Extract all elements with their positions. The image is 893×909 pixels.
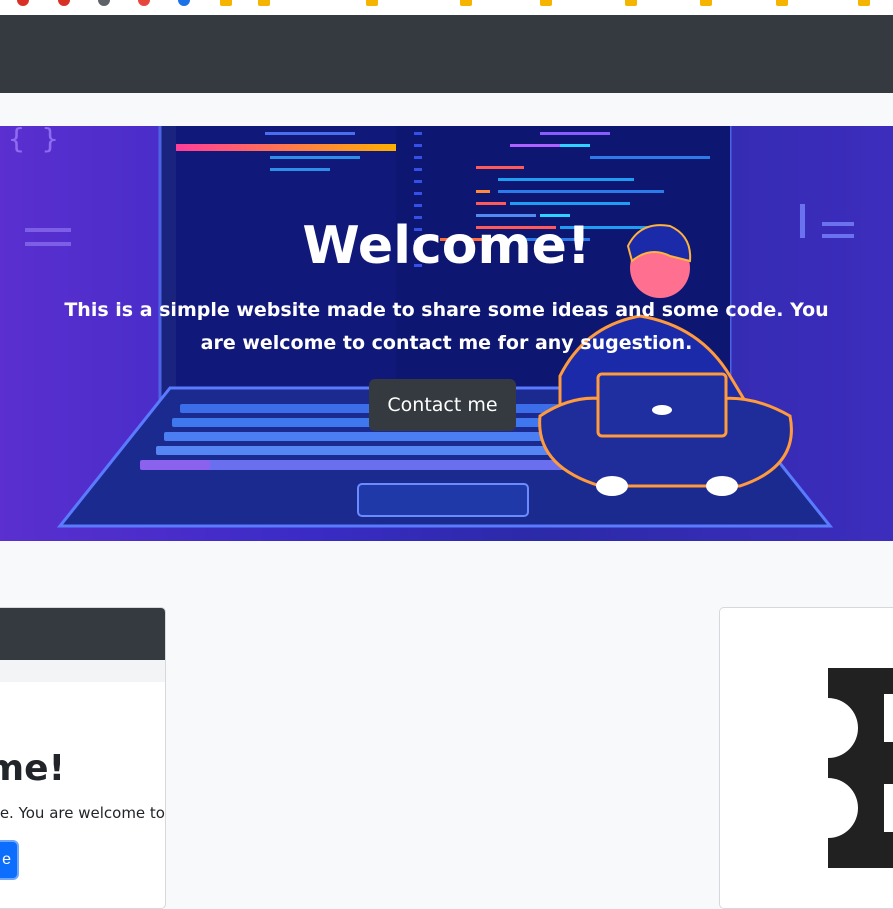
card-right <box>719 607 893 909</box>
bookmark-icon[interactable] <box>58 0 70 6</box>
card-left-header <box>0 608 165 660</box>
bookmark-icon[interactable] <box>220 0 232 6</box>
card-left-button[interactable]: e <box>0 840 19 880</box>
bookmark-icon[interactable] <box>460 0 472 6</box>
hero-content: Welcome! This is a simple website made t… <box>0 126 893 541</box>
bookmark-icon[interactable] <box>178 0 190 6</box>
hero-banner: { } Welcome! This is a simple website ma… <box>0 126 893 541</box>
bookmark-icon[interactable] <box>858 0 870 6</box>
navbar <box>0 15 893 93</box>
bookmark-icon[interactable] <box>625 0 637 6</box>
hero-title: Welcome! <box>302 216 591 276</box>
bookmark-icon[interactable] <box>540 0 552 6</box>
card-left-subbar <box>0 660 165 682</box>
card-left-text: de. You are welcome to <box>0 804 165 822</box>
bookmark-icon[interactable] <box>138 0 150 6</box>
bookmark-icon[interactable] <box>258 0 270 6</box>
card-left-title: me! <box>0 748 65 789</box>
card-right-logo <box>828 668 893 868</box>
bookmark-icon[interactable] <box>17 0 29 6</box>
contact-me-button[interactable]: Contact me <box>369 379 516 431</box>
card-left: me! de. You are welcome to e <box>0 607 166 909</box>
bookmark-icon[interactable] <box>366 0 378 6</box>
bookmark-icon[interactable] <box>776 0 788 6</box>
bookmark-icon[interactable] <box>98 0 110 6</box>
hero-description: This is a simple website made to share s… <box>64 299 829 354</box>
logo-shape <box>828 668 893 868</box>
bookmark-icon[interactable] <box>700 0 712 6</box>
browser-bookmarks-bar <box>0 0 893 16</box>
